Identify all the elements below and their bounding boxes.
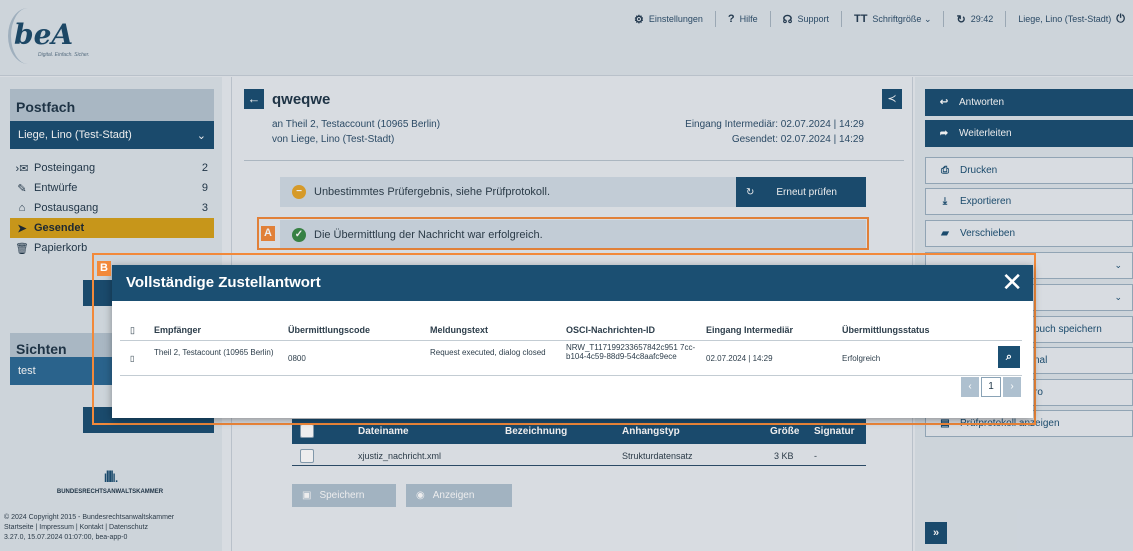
document-icon: ▯ <box>130 354 135 363</box>
search-icon[interactable]: ⌕ <box>998 346 1020 368</box>
highlight-tag-b: B <box>97 261 111 276</box>
cell-osci-id: NRW_T117199233657842c951 7cc-b104-4c59-8… <box>566 343 696 361</box>
modal-header: Vollständige Zustellantwort ✕ <box>112 265 1033 301</box>
col-status[interactable]: Übermittlungsstatus <box>842 325 930 335</box>
table-row[interactable]: ▯ Theil 2, Testacount (10965 Berlin) 080… <box>120 342 1022 376</box>
cell-eingang: 02.07.2024 | 14:29 <box>706 354 773 363</box>
col-osci-id[interactable]: OSCI-Nachrichten-ID <box>566 325 655 335</box>
delivery-table-header: ▯ Empfänger Übermittlungscode Meldungste… <box>120 315 1022 341</box>
next-page-button[interactable]: › <box>1003 377 1021 397</box>
close-icon[interactable]: ✕ <box>1001 268 1023 296</box>
cell-status: Erfolgreich <box>842 354 881 363</box>
pagination: ‹ 1 › <box>961 377 1021 397</box>
col-uebermittlungscode[interactable]: Übermittlungscode <box>288 325 370 335</box>
prev-page-button[interactable]: ‹ <box>961 377 979 397</box>
delivery-response-modal: Vollständige Zustellantwort ✕ ▯ Empfänge… <box>112 265 1033 418</box>
current-page[interactable]: 1 <box>981 377 1001 397</box>
cell-code: 0800 <box>288 354 306 363</box>
document-icon: ▯ <box>130 325 135 335</box>
col-empfaenger[interactable]: Empfänger <box>154 325 201 335</box>
cell-empfaenger: Theil 2, Testacount (10965 Berlin) <box>154 348 274 357</box>
cell-meldungstext: Request executed, dialog closed <box>430 348 546 357</box>
col-meldungstext[interactable]: Meldungstext <box>430 325 488 335</box>
col-eingang[interactable]: Eingang Intermediär <box>706 325 793 335</box>
modal-title: Vollständige Zustellantwort <box>126 274 321 291</box>
